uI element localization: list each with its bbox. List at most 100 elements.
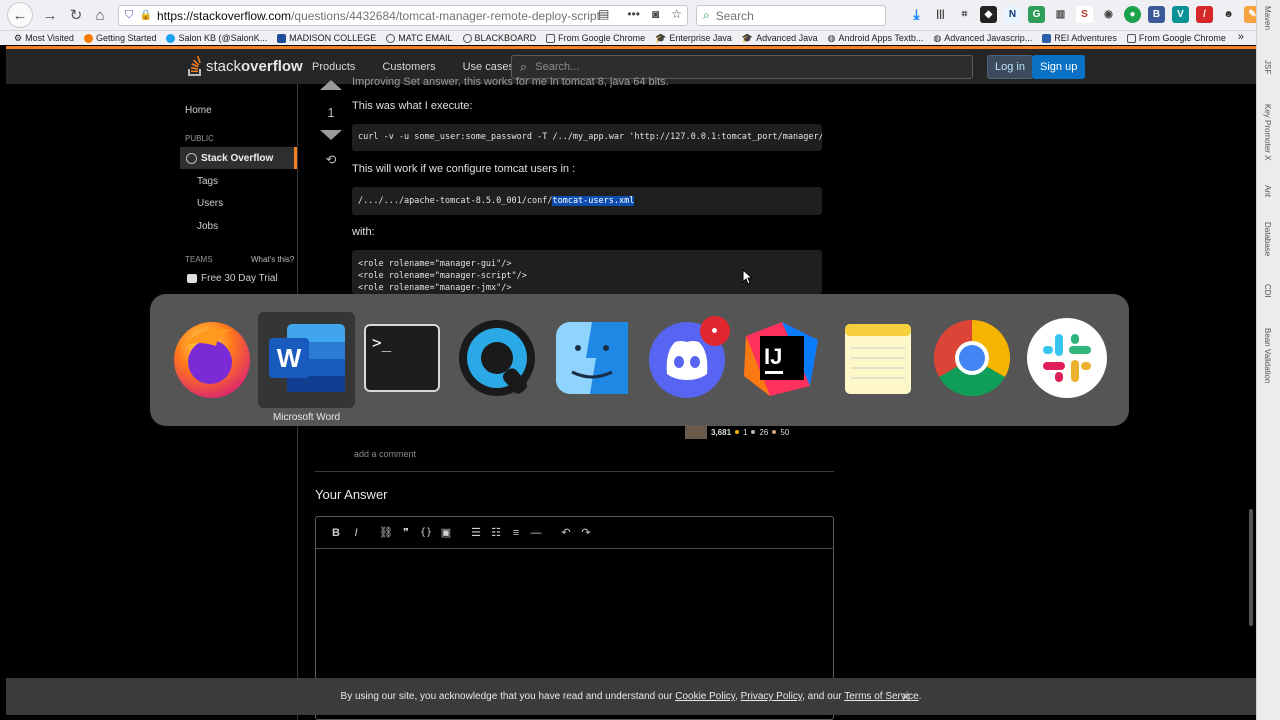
numbered-list-icon[interactable]: ☰ — [466, 526, 486, 539]
login-button[interactable]: Log in — [987, 55, 1033, 79]
redo-icon[interactable]: ↷ — [576, 526, 596, 539]
bookmark-advanced-java[interactable]: 🎓 Advanced Java — [742, 33, 818, 44]
side-tab-database[interactable]: Database — [1263, 222, 1272, 256]
bookmark-blackboard[interactable]: BLACKBOARD — [462, 33, 536, 43]
privacy-policy-link[interactable]: Privacy Policy — [741, 691, 803, 702]
bookmark-advanced-javascript[interactable]: ◍ Advanced Javascrip... — [933, 33, 1032, 44]
firefox-icon — [83, 33, 93, 43]
crop-icon[interactable]: ⌗ — [956, 6, 973, 23]
terminal-icon[interactable]: >_ — [360, 316, 444, 400]
answer-paragraph-1: This was what I execute: — [352, 100, 473, 112]
twitter-icon — [166, 33, 176, 43]
side-tab-ant[interactable]: Ant — [1263, 185, 1272, 197]
home-button[interactable]: ⌂ — [89, 4, 111, 26]
slack-icon[interactable] — [1025, 316, 1109, 400]
user-reputation: 3,681 — [711, 427, 732, 437]
sidebar-item-stack-overflow[interactable]: Stack Overflow — [180, 147, 297, 169]
bookmark-madison-college[interactable]: MADISON COLLEGE — [277, 33, 376, 43]
sidebar-icon[interactable]: ▥ — [1052, 6, 1069, 23]
bookmarks-overflow-chevron-icon[interactable]: » — [1238, 31, 1244, 43]
browser-search-input[interactable]: ⌕ Search — [696, 5, 886, 26]
bulleted-list-icon[interactable]: ☷ — [486, 526, 506, 539]
bookmark-enterprise-java[interactable]: 🎓 Enterprise Java — [655, 33, 732, 44]
quicktime-icon[interactable] — [455, 316, 539, 400]
url-text[interactable]: https://stackoverflow.com/questions/4432… — [153, 9, 600, 23]
extension-icons: ⤓ ||| ⌗ ◆ N G ▥ S ◉ ● B V / ☻ ✎ ≡ — [908, 6, 1280, 23]
extension-dark-icon[interactable]: ◆ — [980, 6, 997, 23]
stackoverflow-logo-icon — [188, 56, 201, 76]
extension-blue-icon[interactable]: B — [1148, 6, 1165, 23]
code-icon[interactable]: {} — [416, 527, 436, 538]
bookmark-star-icon[interactable]: ☆ — [671, 7, 682, 21]
side-tab-jsf[interactable]: JSF — [1263, 60, 1272, 74]
back-button[interactable]: ← — [7, 2, 33, 28]
side-tab-key-promoter[interactable]: Key Promoter X — [1263, 104, 1272, 160]
undo-icon[interactable]: ↶ — [556, 526, 576, 539]
madison-icon — [277, 33, 287, 43]
bookmark-rei-adventures[interactable]: REI Adventures — [1042, 33, 1117, 43]
avatar[interactable] — [685, 425, 707, 439]
signup-button[interactable]: Sign up — [1032, 55, 1086, 79]
reload-button[interactable]: ↻ — [65, 4, 87, 26]
bookmark-android-apps[interactable]: ◍ Android Apps Textb... — [828, 33, 924, 44]
more-actions-icon[interactable]: ••• — [627, 7, 640, 21]
blockquote-icon[interactable]: ❞ — [396, 526, 416, 539]
add-comment-link[interactable]: add a comment — [354, 449, 416, 459]
account-icon[interactable]: ◉ — [1100, 6, 1117, 23]
extension-circle-green-icon[interactable]: ● — [1124, 6, 1141, 23]
tracking-shield-icon[interactable]: ⛉ — [119, 9, 139, 22]
nav-customers[interactable]: Customers — [372, 61, 445, 73]
sidebar-item-tags[interactable]: Tags — [197, 176, 218, 187]
side-tab-bean-validation[interactable]: Bean Validation — [1263, 328, 1272, 383]
bookmark-folder-chrome-2[interactable]: From Google Chrome — [1126, 33, 1226, 43]
notes-icon[interactable] — [835, 316, 919, 400]
heading-icon[interactable]: ≡ — [506, 527, 526, 539]
extension-v-icon[interactable]: V — [1172, 6, 1189, 23]
bookmark-getting-started[interactable]: Getting Started — [83, 33, 156, 43]
bookmark-folder-chrome-1[interactable]: From Google Chrome — [546, 33, 645, 43]
close-icon[interactable]: ✕ — [901, 690, 911, 704]
bookmark-most-visited[interactable]: ⚙ Most Visited — [14, 33, 74, 44]
sidebar-item-home[interactable]: Home — [185, 105, 212, 116]
bronze-badge-count: 50 — [780, 427, 790, 437]
so-logo[interactable]: stack overflow — [187, 56, 303, 76]
horizontal-rule-icon[interactable]: — — [526, 527, 546, 539]
italic-button[interactable]: I — [346, 527, 366, 539]
forward-button[interactable]: → — [39, 4, 61, 26]
pocket-icon[interactable]: ◙ — [652, 7, 659, 21]
google-chrome-icon[interactable] — [930, 316, 1014, 400]
teams-whats-this-link[interactable]: What's this? — [251, 255, 294, 264]
sidebar-item-free-trial[interactable]: Free 30 Day Trial — [187, 273, 278, 284]
history-icon[interactable]: ⟲ — [319, 152, 343, 168]
library-icon[interactable]: ||| — [932, 6, 949, 23]
extension-green-icon[interactable]: G — [1028, 6, 1045, 23]
extension-s-icon[interactable]: S — [1076, 6, 1093, 23]
side-tab-cdi[interactable]: CDI — [1263, 284, 1272, 298]
svg-text:IJ: IJ — [764, 344, 782, 369]
image-icon[interactable]: ▣ — [436, 526, 456, 539]
intellij-idea-icon[interactable]: IJ — [740, 316, 824, 400]
download-icon[interactable]: ⤓ — [908, 6, 925, 23]
extension-spy-icon[interactable]: ☻ — [1220, 6, 1237, 23]
lock-icon[interactable]: 🔒 — [139, 10, 153, 21]
extension-red-icon[interactable]: / — [1196, 6, 1213, 23]
sidebar-item-users[interactable]: Users — [197, 198, 223, 209]
bookmark-salon-kb[interactable]: Salon KB (@SalonK... — [166, 33, 267, 43]
nav-products[interactable]: Products — [302, 61, 365, 73]
svg-text:W: W — [277, 343, 302, 373]
sidebar-item-jobs[interactable]: Jobs — [197, 221, 218, 232]
bold-button[interactable]: B — [326, 527, 346, 539]
side-tab-maven[interactable]: Maven — [1263, 6, 1272, 30]
cookie-policy-link[interactable]: Cookie Policy — [675, 691, 735, 702]
page-scrollbar[interactable] — [1249, 509, 1253, 626]
microsoft-word-icon[interactable]: W — [265, 316, 349, 400]
downvote-button[interactable] — [320, 130, 342, 140]
reader-view-icon[interactable]: ▤ — [598, 7, 609, 21]
link-icon[interactable]: ⛓ — [376, 526, 396, 539]
upvote-button[interactable] — [320, 80, 342, 90]
firefox-icon[interactable] — [170, 316, 254, 400]
finder-icon[interactable] — [550, 316, 634, 400]
sidebar-item-label: Stack Overflow — [201, 152, 274, 164]
extension-n-icon[interactable]: N — [1004, 6, 1021, 23]
bookmark-matc-email[interactable]: MATC EMAIL — [386, 33, 453, 43]
